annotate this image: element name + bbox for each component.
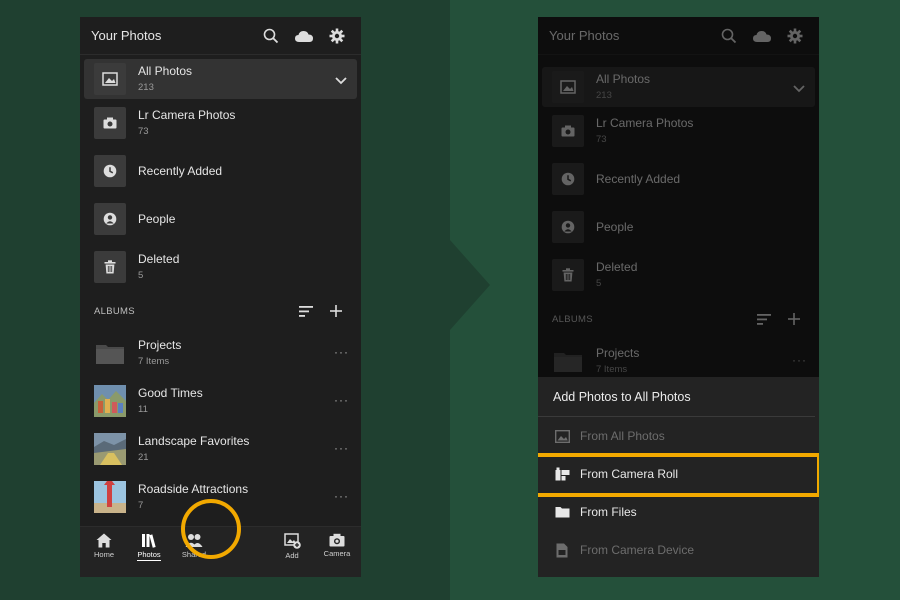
- album-label: Good Times: [138, 386, 203, 400]
- search-icon[interactable]: [258, 25, 284, 47]
- nav-camera[interactable]: Camera: [317, 533, 357, 558]
- album-thumbnail: [94, 433, 126, 465]
- trash-icon: [94, 251, 126, 283]
- phone-screen-before: Your Photos All Photos 213 Lr Camera Pho…: [80, 17, 361, 577]
- cloud-icon[interactable]: [291, 25, 317, 47]
- plus-icon[interactable]: [325, 302, 347, 320]
- album-label: Projects: [138, 338, 182, 352]
- album-count: 7 Items: [138, 356, 170, 367]
- folder-icon: [94, 337, 126, 369]
- nav-photos[interactable]: Photos: [129, 533, 169, 561]
- dim-overlay[interactable]: [538, 17, 819, 377]
- nav-label: Camera: [323, 549, 351, 558]
- option-label: From All Photos: [580, 429, 665, 443]
- album-good-times[interactable]: Good Times 11 ···: [80, 377, 361, 425]
- albums-header: ALBUMS: [80, 293, 361, 329]
- page-title: Your Photos: [91, 28, 162, 43]
- source-label: All Photos: [138, 64, 193, 78]
- source-deleted[interactable]: Deleted 5: [80, 243, 361, 291]
- source-label: Recently Added: [138, 163, 223, 178]
- album-thumbnail: [94, 385, 126, 417]
- image-icon: [554, 428, 570, 444]
- source-label: Lr Camera Photos: [138, 108, 236, 122]
- album-count: 21: [138, 452, 149, 463]
- nav-add[interactable]: Add: [272, 533, 312, 560]
- source-people[interactable]: People: [80, 195, 361, 243]
- option-label: From Files: [580, 505, 637, 519]
- album-count: 11: [138, 404, 148, 415]
- camera-icon: [94, 107, 126, 139]
- source-lr-camera-photos[interactable]: Lr Camera Photos 73: [80, 99, 361, 147]
- chevron-down-icon[interactable]: [335, 72, 347, 90]
- album-label: Roadside Attractions: [138, 482, 249, 496]
- more-icon[interactable]: ···: [334, 346, 349, 358]
- sort-icon[interactable]: [295, 302, 317, 320]
- source-all-photos[interactable]: All Photos 213: [84, 59, 357, 99]
- nav-label: Home: [93, 550, 114, 559]
- clock-icon: [94, 155, 126, 187]
- more-icon[interactable]: ···: [334, 490, 349, 502]
- albums-label: ALBUMS: [94, 305, 135, 317]
- source-count: 213: [138, 82, 154, 93]
- source-label: People: [138, 211, 176, 226]
- option-from-all-photos: From All Photos: [538, 417, 819, 455]
- step-arrow: [450, 240, 490, 330]
- source-label: Deleted: [138, 252, 180, 266]
- option-label: From Camera Device: [580, 543, 695, 557]
- device-icon: [554, 542, 570, 558]
- more-icon[interactable]: ···: [334, 442, 349, 454]
- source-recently-added[interactable]: Recently Added: [80, 147, 361, 195]
- phone-screen-after: Your Photos All Photos 213 Lr Camera Pho…: [538, 17, 819, 577]
- more-icon[interactable]: ···: [334, 394, 349, 406]
- album-projects[interactable]: Projects 7 Items ···: [80, 329, 361, 377]
- camera-roll-highlight-box: [538, 453, 819, 497]
- camera-icon: [329, 533, 345, 547]
- album-label: Landscape Favorites: [138, 434, 250, 448]
- home-icon: [96, 533, 112, 548]
- option-from-camera-device: From Camera Device: [538, 531, 819, 569]
- nav-home[interactable]: Home: [84, 533, 124, 559]
- source-count: 73: [138, 126, 149, 137]
- folder-icon: [554, 504, 570, 520]
- album-landscape-favorites[interactable]: Landscape Favorites 21 ···: [80, 425, 361, 473]
- add-photo-icon: [283, 533, 301, 549]
- add-photos-sheet: Add Photos to All Photos From All Photos…: [538, 377, 819, 577]
- source-count: 5: [138, 270, 144, 281]
- gear-icon[interactable]: [324, 25, 350, 47]
- nav-label: Photos: [137, 550, 161, 561]
- album-thumbnail: [94, 481, 126, 513]
- nav-label: Add: [285, 551, 299, 560]
- option-from-files[interactable]: From Files: [538, 493, 819, 531]
- add-highlight-ring: [181, 499, 241, 559]
- photos-icon: [142, 534, 156, 548]
- top-bar: Your Photos: [80, 17, 361, 55]
- sheet-title: Add Photos to All Photos: [538, 377, 815, 417]
- person-icon: [94, 203, 126, 235]
- image-icon: [94, 63, 126, 95]
